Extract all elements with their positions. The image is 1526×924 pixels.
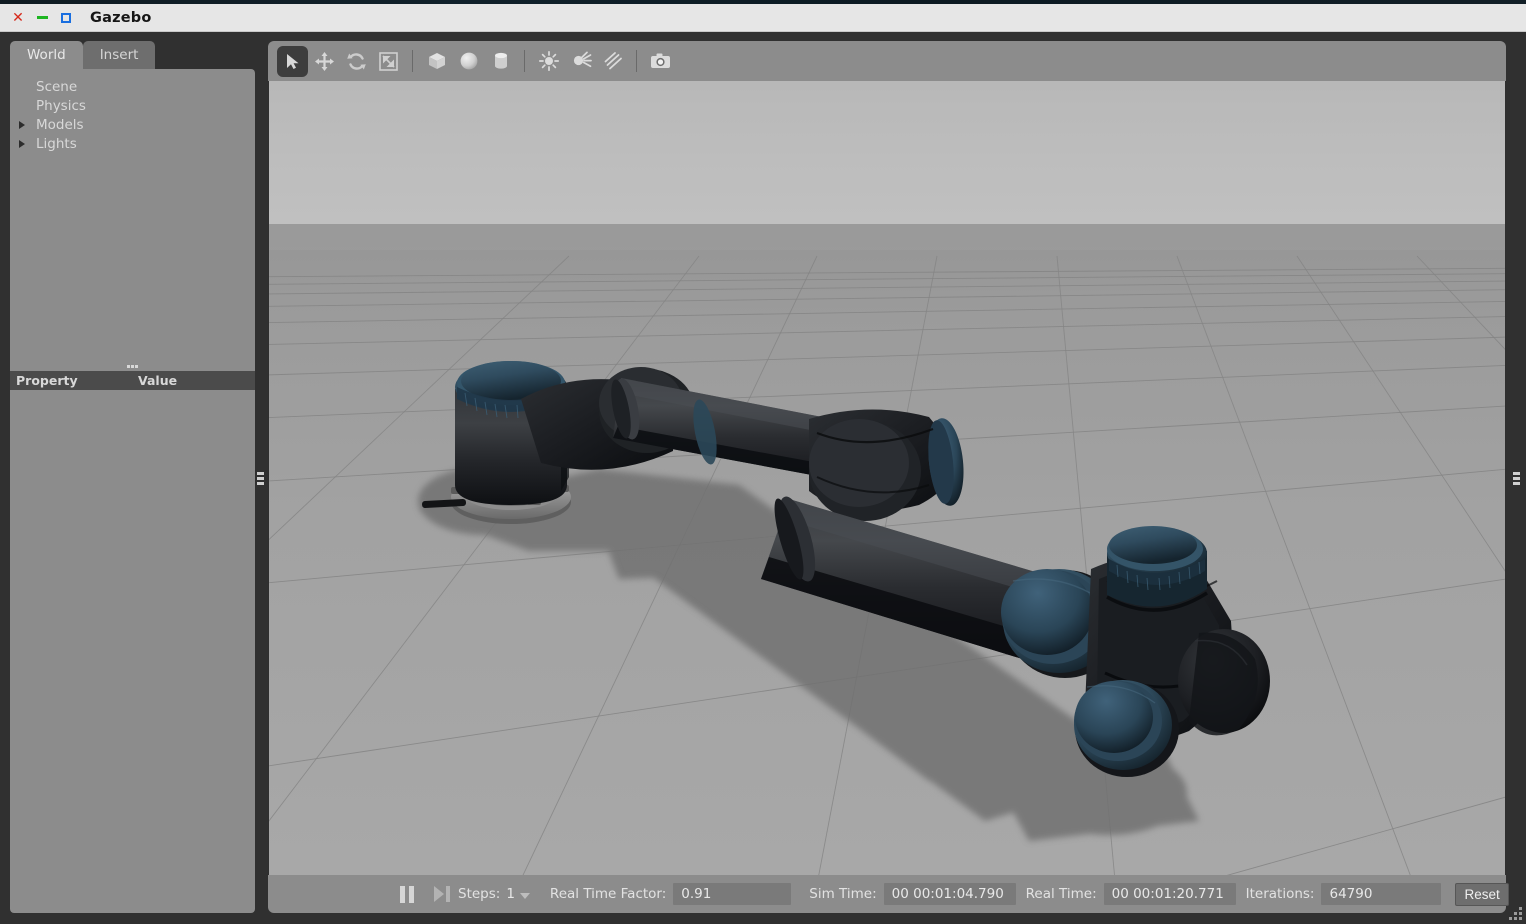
- insert-point-light-button[interactable]: [533, 46, 564, 77]
- window-body: World Insert Scene Physics Models Lights…: [0, 32, 1526, 924]
- panel-resize-handle[interactable]: [10, 361, 255, 371]
- window-controls: ✕: [0, 8, 78, 28]
- scale-icon: [379, 51, 398, 71]
- move-arrows-icon: [315, 51, 334, 71]
- chevron-down-icon: [519, 892, 530, 899]
- render-viewport[interactable]: [268, 81, 1506, 875]
- cylinder-icon: [494, 52, 507, 69]
- translate-mode-button[interactable]: [309, 46, 340, 77]
- left-panel-tabbar: World Insert: [10, 41, 156, 69]
- steps-spinbox[interactable]: 1: [506, 886, 530, 902]
- sim-time-label: Sim Time:: [809, 886, 877, 902]
- spot-light-icon: [573, 51, 592, 68]
- right-splitter[interactable]: [1506, 32, 1526, 924]
- insert-box-button[interactable]: [421, 46, 452, 77]
- scale-mode-button[interactable]: [373, 46, 404, 77]
- pause-button[interactable]: [400, 880, 414, 908]
- main-toolbar: [268, 41, 1506, 81]
- world-tree[interactable]: Scene Physics Models Lights: [10, 69, 255, 361]
- box-icon: [428, 53, 445, 69]
- splitter-grip-icon: [256, 471, 264, 485]
- insert-directional-light-button[interactable]: [597, 46, 628, 77]
- tree-item-models[interactable]: Models: [10, 115, 255, 134]
- real-time-value: 00 00:01:20.771: [1103, 883, 1236, 905]
- close-icon[interactable]: ✕: [6, 8, 30, 28]
- robot-wrist-2: [1106, 526, 1208, 612]
- insert-spot-light-button[interactable]: [565, 46, 596, 77]
- step-forward-icon: [434, 886, 450, 902]
- tab-insert-label: Insert: [99, 47, 139, 63]
- iterations-label: Iterations:: [1245, 886, 1315, 902]
- value-column-header: Value: [138, 373, 178, 388]
- maximize-icon[interactable]: [54, 8, 78, 28]
- robot-elbow-joint: [809, 409, 964, 521]
- minimize-icon[interactable]: [30, 8, 54, 28]
- cursor-arrow-icon: [287, 53, 299, 69]
- property-column-header: Property: [16, 373, 78, 388]
- tree-item-physics[interactable]: Physics: [10, 96, 255, 115]
- step-button[interactable]: [434, 880, 450, 908]
- center-column: Steps: 1 Real Time Factor: 0.91 Sim Time…: [268, 41, 1509, 913]
- gazebo-window: ✕ Gazebo World Insert Scene Physics Mode…: [0, 0, 1526, 924]
- screenshot-button[interactable]: [645, 46, 676, 77]
- select-mode-button[interactable]: [277, 45, 308, 77]
- property-table: Property Value: [10, 371, 255, 913]
- sim-time-value: 00 00:01:04.790: [883, 883, 1016, 905]
- real-time-factor-value: 0.91: [673, 883, 792, 905]
- chevron-right-icon[interactable]: [15, 137, 28, 150]
- tree-item-lights[interactable]: Lights: [10, 134, 255, 153]
- tree-item-physics-label: Physics: [36, 97, 86, 114]
- window-title: Gazebo: [90, 9, 152, 26]
- pause-icon: [400, 885, 414, 903]
- rotate-icon: [347, 52, 366, 70]
- tab-insert[interactable]: Insert: [82, 41, 156, 69]
- directional-light-icon: [604, 52, 622, 70]
- toolbar-separator: [412, 50, 413, 72]
- window-resize-grip[interactable]: [1506, 904, 1522, 920]
- tree-item-models-label: Models: [36, 116, 84, 133]
- tree-item-lights-label: Lights: [36, 135, 77, 152]
- insert-cylinder-button[interactable]: [485, 46, 516, 77]
- tree-item-scene-label: Scene: [36, 78, 78, 95]
- tab-world-label: World: [27, 47, 66, 63]
- splitter-grip-icon: [1512, 471, 1520, 485]
- real-time-factor-label: Real Time Factor:: [549, 886, 667, 902]
- sphere-icon: [460, 52, 477, 70]
- toolbar-separator: [524, 50, 525, 72]
- point-light-icon: [538, 50, 559, 72]
- toolbar-separator: [636, 50, 637, 72]
- grip-dots-icon: [127, 364, 138, 368]
- property-table-header: Property Value: [10, 371, 255, 390]
- robot-tool-cap: [1178, 629, 1270, 736]
- left-dock-panel: World Insert Scene Physics Models Lights…: [10, 41, 255, 913]
- rotate-mode-button[interactable]: [341, 46, 372, 77]
- left-splitter[interactable]: [255, 32, 265, 924]
- camera-icon: [651, 53, 670, 68]
- real-time-label: Real Time:: [1025, 886, 1097, 902]
- steps-value: 1: [506, 886, 515, 902]
- reset-button[interactable]: Reset: [1455, 882, 1509, 906]
- tree-item-scene[interactable]: Scene: [10, 77, 255, 96]
- window-titlebar: ✕ Gazebo: [0, 4, 1526, 32]
- scene-geometry: [269, 224, 1505, 875]
- tab-world[interactable]: World: [10, 41, 83, 69]
- insert-sphere-button[interactable]: [453, 46, 484, 77]
- iterations-value: 64790: [1321, 883, 1442, 905]
- chevron-right-icon[interactable]: [15, 118, 28, 131]
- status-bar: Steps: 1 Real Time Factor: 0.91 Sim Time…: [268, 875, 1509, 913]
- steps-label: Steps:: [458, 886, 501, 902]
